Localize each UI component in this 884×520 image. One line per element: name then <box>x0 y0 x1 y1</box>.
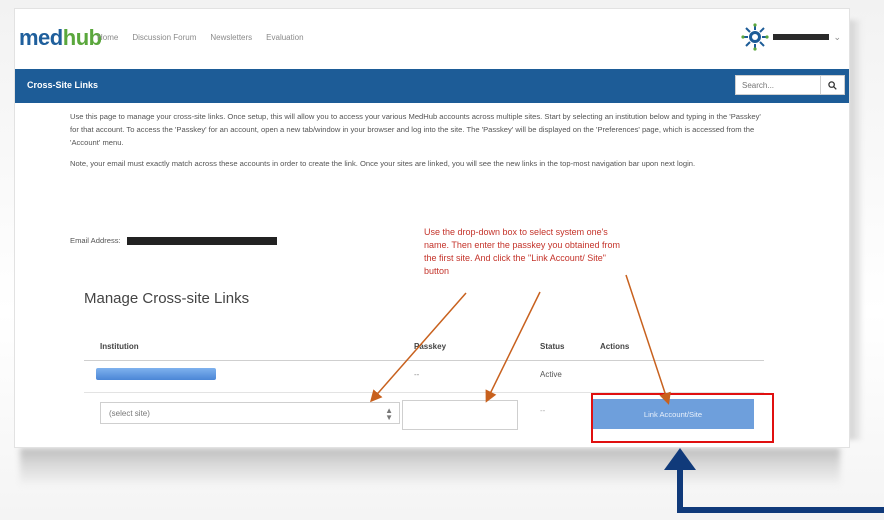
header-divider <box>84 360 764 361</box>
email-label: Email Address: <box>70 236 121 245</box>
intro-text: Use this page to manage your cross-site … <box>70 110 770 178</box>
nav-evaluation[interactable]: Evaluation <box>266 33 303 42</box>
site-select[interactable]: (select site) ▲ ▼ <box>100 402 400 424</box>
top-navigation: medhub Home Discussion Forum Newsletters… <box>15 9 849 67</box>
col-institution: Institution <box>100 342 139 351</box>
card-shadow-bottom <box>20 448 840 484</box>
instruction-annotation: Use the drop-down box to select system o… <box>424 227 620 276</box>
institution-name-redacted <box>96 368 216 380</box>
user-name-redacted <box>773 34 830 40</box>
page-header-bar: Cross-Site Links <box>15 69 849 103</box>
user-menu[interactable]: ⌄ <box>741 23 841 51</box>
row-passkey: -- <box>414 370 420 379</box>
email-row: Email Address: <box>70 236 277 245</box>
site-select-value: (select site) <box>109 409 150 418</box>
row-status: Active <box>540 370 562 379</box>
page-title: Cross-Site Links <box>27 80 99 90</box>
email-value-redacted <box>126 236 277 245</box>
search-input[interactable] <box>735 75 821 95</box>
passkey-input[interactable] <box>402 400 518 430</box>
intro-paragraph-2: Note, your email must exactly match acro… <box>70 159 696 168</box>
search-icon <box>828 80 837 90</box>
medhub-logo[interactable]: medhub <box>19 25 102 51</box>
nav-discussion-forum[interactable]: Discussion Forum <box>132 33 196 42</box>
search-button[interactable] <box>821 75 845 95</box>
select-caret-icon: ▲ ▼ <box>385 406 393 422</box>
card-shadow-right <box>848 20 862 440</box>
search-box <box>735 75 845 95</box>
new-row-status: -- <box>540 406 546 415</box>
highlight-box <box>591 393 774 443</box>
col-passkey: Passkey <box>414 342 447 351</box>
nav-home[interactable]: Home <box>97 33 118 42</box>
user-avatar-icon <box>741 23 770 51</box>
nav-links: Home Discussion Forum Newsletters Evalua… <box>97 33 304 42</box>
logo-text-main: med <box>19 25 63 50</box>
col-actions: Actions <box>600 342 630 351</box>
section-title: Manage Cross-site Links <box>84 290 250 307</box>
chevron-down-icon: ⌄ <box>833 31 841 42</box>
intro-paragraph-1: Use this page to manage your cross-site … <box>70 112 761 147</box>
logo-text-accent: hub <box>62 25 102 50</box>
col-status: Status <box>540 342 565 351</box>
nav-newsletters[interactable]: Newsletters <box>210 33 252 42</box>
